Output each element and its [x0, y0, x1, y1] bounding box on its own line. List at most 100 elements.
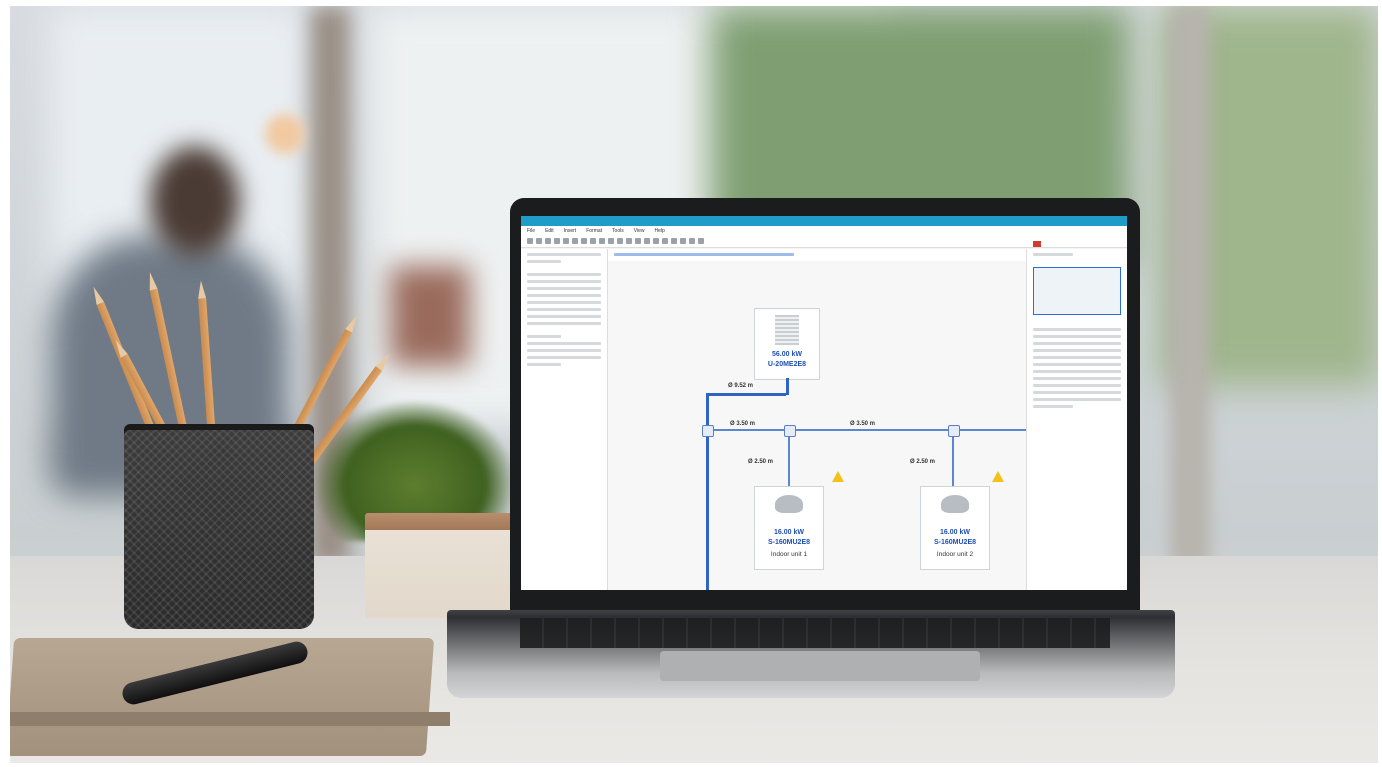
panel-text	[1033, 328, 1121, 331]
outdoor-unit[interactable]: 56.00 kW U-20ME2E8	[754, 308, 820, 380]
panel-text	[527, 253, 601, 256]
panel-text	[1033, 253, 1073, 256]
pipe	[788, 431, 790, 486]
menu-file[interactable]: File	[527, 226, 535, 236]
pipe	[706, 429, 1026, 431]
tool-icon[interactable]	[599, 238, 605, 244]
panel-text	[527, 273, 601, 276]
tool-icon[interactable]	[572, 238, 578, 244]
menu-view[interactable]: View	[634, 226, 645, 236]
tool-icon[interactable]	[644, 238, 650, 244]
indoor-unit-icon	[775, 495, 803, 513]
photo-scene: File Edit Insert Format Tools View Help	[10, 6, 1378, 763]
pipe-label: Ø 3.50 m	[728, 421, 758, 427]
background-door-frame	[1170, 6, 1210, 566]
link-text[interactable]	[614, 253, 794, 256]
indoor-unit-model: S-160MU2E8	[767, 539, 811, 546]
pipe-joint[interactable]	[948, 425, 960, 437]
outdoor-unit-model: U-20ME2E8	[767, 361, 807, 368]
outdoor-unit-capacity: 56.00 kW	[772, 351, 802, 358]
panel-text	[1033, 370, 1121, 373]
indoor-unit-capacity: 16.00 kW	[940, 529, 970, 536]
pipe-label: Ø 2.50 m	[746, 459, 776, 465]
laptop-screen: File Edit Insert Format Tools View Help	[521, 216, 1127, 590]
tool-icon[interactable]	[608, 238, 614, 244]
tool-icon[interactable]	[671, 238, 677, 244]
laptop-trackpad	[660, 651, 980, 681]
red-button[interactable]	[1033, 241, 1041, 247]
panel-text	[527, 294, 601, 297]
diagram-canvas[interactable]: 56.00 kW U-20ME2E8 Ø 9.52 m Ø 3.50 m Ø 3…	[608, 261, 1026, 590]
tool-icon[interactable]	[581, 238, 587, 244]
menu-help[interactable]: Help	[654, 226, 664, 236]
notebook-edge	[10, 712, 450, 726]
panel-text	[1033, 377, 1121, 380]
panel-text	[527, 308, 601, 311]
panel-text	[527, 287, 601, 290]
panel-text	[1033, 405, 1073, 408]
panel-text	[527, 356, 601, 359]
indoor-unit[interactable]: 16.00 kW S-160MU2E8 Indoor unit 1	[754, 486, 824, 570]
tool-icon[interactable]	[626, 238, 632, 244]
indoor-unit-name: Indoor unit 2	[936, 551, 974, 558]
indoor-unit-capacity: 16.00 kW	[774, 529, 804, 536]
panel-text	[1033, 363, 1121, 366]
panel-text	[527, 315, 601, 318]
background-object	[390, 266, 470, 366]
pipe-label: Ø 9.52 m	[726, 383, 756, 389]
menu-tools[interactable]: Tools	[612, 226, 624, 236]
pipe	[952, 431, 954, 486]
tool-icon[interactable]	[635, 238, 641, 244]
tool-icon[interactable]	[689, 238, 695, 244]
pipe	[786, 378, 789, 395]
indoor-unit-model: S-160MU2E8	[933, 539, 977, 546]
tool-icon[interactable]	[617, 238, 623, 244]
panel-text	[527, 322, 601, 325]
tool-icon[interactable]	[563, 238, 569, 244]
pipe-joint[interactable]	[702, 425, 714, 437]
panel-text	[1033, 335, 1121, 338]
panel-text	[527, 260, 562, 263]
background-light	[265, 114, 305, 154]
laptop-keyboard	[520, 618, 1110, 648]
indoor-unit[interactable]: 16.00 kW S-160MU2E8 Indoor unit 2	[920, 486, 990, 570]
tool-icon[interactable]	[698, 238, 704, 244]
pipe	[706, 393, 786, 396]
pipe-joint[interactable]	[784, 425, 796, 437]
panel-text	[1033, 384, 1121, 387]
tool-icon[interactable]	[653, 238, 659, 244]
warning-icon[interactable]	[832, 471, 844, 482]
app-menubar: File Edit Insert Format Tools View Help	[521, 226, 1127, 236]
panel-text	[1033, 349, 1121, 352]
pipe-label: Ø 2.50 m	[908, 459, 938, 465]
panel-text	[1033, 356, 1121, 359]
menu-edit[interactable]: Edit	[545, 226, 554, 236]
tool-icon[interactable]	[545, 238, 551, 244]
menu-format[interactable]: Format	[586, 226, 602, 236]
tool-icon[interactable]	[536, 238, 542, 244]
panel-text	[527, 349, 601, 352]
panel-text	[1033, 342, 1121, 345]
tool-icon[interactable]	[527, 238, 533, 244]
app-titlebar	[521, 216, 1127, 226]
panel-text	[527, 335, 562, 338]
pencil-cup	[124, 424, 314, 629]
menu-insert[interactable]: Insert	[564, 226, 577, 236]
overview-preview[interactable]	[1033, 267, 1121, 315]
panel-text	[1033, 398, 1121, 401]
indoor-unit-icon	[941, 495, 969, 513]
pipe-label: Ø 3.50 m	[848, 421, 878, 427]
tool-icon[interactable]	[662, 238, 668, 244]
tool-icon[interactable]	[590, 238, 596, 244]
panel-text	[527, 280, 601, 283]
notebook	[10, 638, 435, 756]
panel-text	[527, 363, 562, 366]
tool-icon[interactable]	[680, 238, 686, 244]
right-panel	[1026, 241, 1127, 590]
panel-text	[1033, 391, 1121, 394]
warning-icon[interactable]	[992, 471, 1004, 482]
panel-text	[527, 342, 601, 345]
tool-icon[interactable]	[554, 238, 560, 244]
panel-text	[527, 301, 601, 304]
plant-pot	[365, 513, 513, 618]
